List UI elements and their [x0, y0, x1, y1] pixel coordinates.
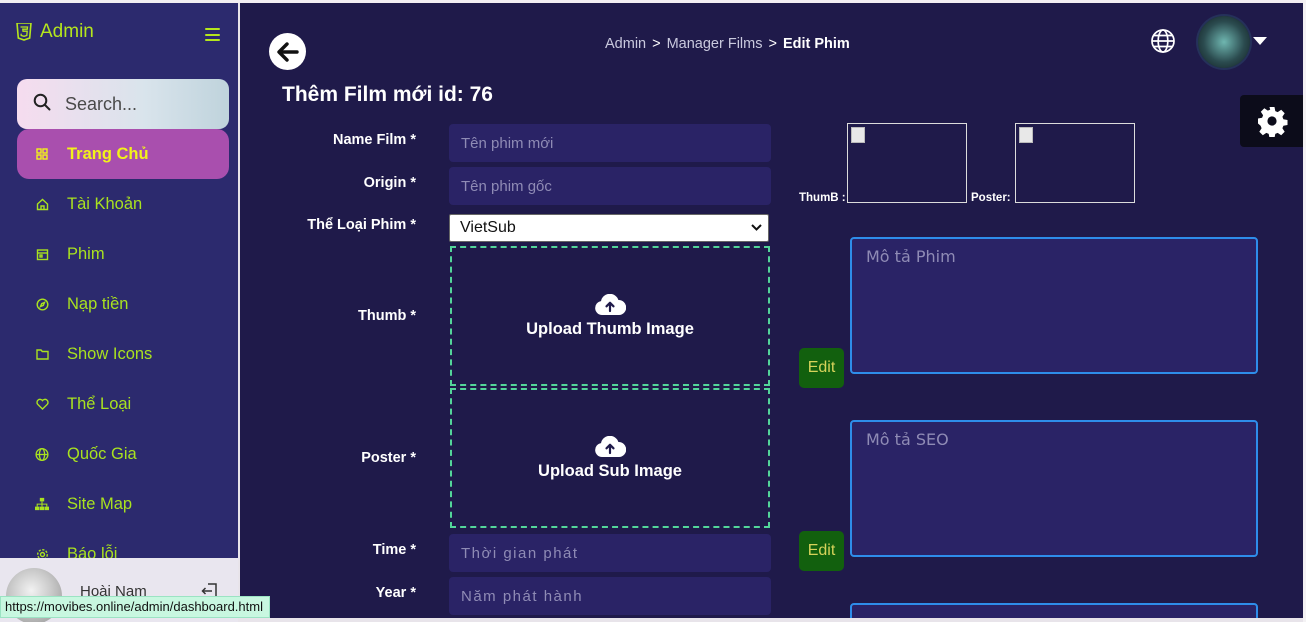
brand-label: Admin	[40, 21, 94, 42]
broken-image-icon	[851, 127, 865, 143]
sidebar-item-label: Thể Loại	[67, 394, 132, 413]
film-description-textarea[interactable]	[850, 237, 1258, 374]
cloud-upload-icon	[595, 293, 626, 315]
compass-icon	[35, 297, 49, 311]
poster-preview-label: Poster:	[971, 192, 1011, 204]
cloud-upload-icon	[595, 435, 626, 457]
page-title: Thêm Film mới id: 76	[282, 83, 493, 106]
genre-label: Thể Loại Phim *	[307, 217, 416, 233]
breadcrumb-separator: >	[652, 36, 661, 52]
breadcrumb-admin[interactable]: Admin	[605, 36, 646, 52]
edit-description-button[interactable]: Edit	[799, 348, 844, 388]
chevron-down-icon	[751, 224, 762, 231]
home-icon	[35, 197, 49, 211]
year-label: Year *	[375, 585, 416, 601]
poster-upload-label: Upload Sub Image	[538, 461, 682, 480]
gear-icon	[1257, 107, 1287, 137]
heart-icon	[35, 397, 49, 411]
sidebar-item-phim[interactable]: Phim	[17, 229, 229, 279]
year-input[interactable]	[449, 577, 771, 615]
breadcrumb-current: Edit Phim	[782, 36, 850, 52]
breadcrumb: Admin > Manager Films > Edit Phim	[605, 36, 850, 52]
chevron-down-icon[interactable]	[1253, 37, 1267, 45]
status-url: https://movibes.online/admin/dashboard.h…	[0, 596, 270, 618]
origin-input[interactable]	[449, 167, 771, 205]
calendar-icon	[35, 247, 49, 261]
brand[interactable]: Admin	[16, 21, 94, 43]
search-box	[17, 79, 229, 129]
thumb-upload-zone[interactable]: Upload Thumb Image	[450, 246, 770, 386]
thumb-preview-label: ThumB :	[799, 192, 846, 204]
thumb-label: Thumb *	[358, 308, 416, 324]
sidebar: Admin Trang Chủ Tài Khoản Phim Nạp tiền …	[0, 3, 238, 622]
sidebar-item-label: Quốc Gia	[67, 444, 137, 463]
user-avatar[interactable]	[1198, 16, 1250, 68]
folder-icon	[35, 347, 49, 361]
seo-description-textarea[interactable]	[850, 420, 1258, 557]
sidebar-item-label: Nạp tiền	[67, 294, 129, 313]
origin-label: Origin *	[363, 175, 416, 191]
breadcrumb-separator: >	[768, 36, 777, 52]
menu-toggle-icon[interactable]	[205, 28, 220, 41]
grid-icon	[35, 147, 49, 161]
main-content: Admin > Manager Films > Edit Phim Thêm F…	[240, 3, 1303, 618]
search-input[interactable]	[65, 93, 215, 115]
sidebar-item-the-loai[interactable]: Thể Loại	[17, 379, 229, 429]
time-label: Time *	[372, 542, 416, 558]
arrow-left-icon	[276, 41, 299, 62]
search-icon	[33, 93, 51, 115]
poster-upload-zone[interactable]: Upload Sub Image	[450, 388, 770, 528]
edit-seo-button[interactable]: Edit	[799, 531, 844, 571]
extra-textarea[interactable]	[850, 603, 1258, 618]
back-button[interactable]	[269, 33, 306, 70]
language-globe-icon[interactable]	[1150, 28, 1176, 58]
globe-icon	[35, 447, 49, 461]
poster-preview-image	[1015, 123, 1135, 203]
sidebar-item-label: Phim	[67, 244, 105, 263]
sidebar-item-site-map[interactable]: Site Map	[17, 479, 229, 529]
settings-button[interactable]	[1240, 95, 1303, 147]
poster-label: Poster *	[361, 450, 416, 466]
sitemap-icon	[35, 497, 49, 511]
sidebar-item-nap-tien[interactable]: Nạp tiền	[17, 279, 229, 329]
sidebar-item-show-icons[interactable]: Show Icons	[17, 329, 229, 379]
sidebar-item-label: Trang Chủ	[67, 144, 149, 163]
breadcrumb-manager-films[interactable]: Manager Films	[667, 36, 763, 52]
thumb-upload-label: Upload Thumb Image	[526, 319, 694, 338]
thumb-preview-image	[847, 123, 967, 203]
genre-select[interactable]: VietSub	[449, 214, 769, 242]
broken-image-icon	[1019, 127, 1033, 143]
sidebar-item-label: Show Icons	[67, 344, 153, 363]
name-film-input[interactable]	[449, 124, 771, 162]
name-film-label: Name Film *	[333, 132, 416, 148]
html5-icon	[16, 23, 32, 41]
time-input[interactable]	[449, 534, 771, 572]
sidebar-item-tai-khoan[interactable]: Tài Khoản	[17, 179, 229, 229]
sidebar-item-quoc-gia[interactable]: Quốc Gia	[17, 429, 229, 479]
sidebar-item-label: Site Map	[67, 494, 133, 513]
genre-select-value: VietSub	[460, 219, 516, 236]
sidebar-item-trang-chu[interactable]: Trang Chủ	[17, 129, 229, 179]
sidebar-item-label: Tài Khoản	[67, 194, 143, 213]
